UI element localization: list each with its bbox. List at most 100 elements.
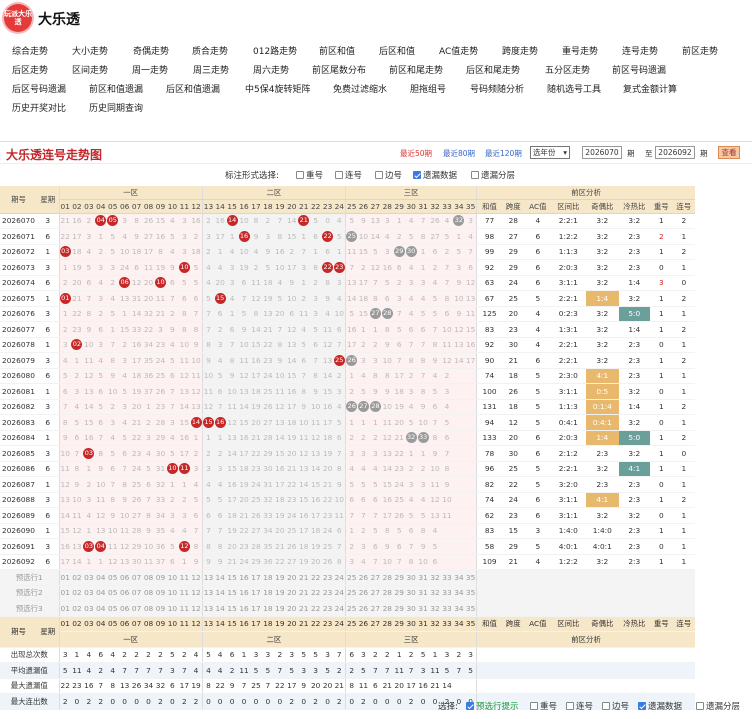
preselect-number[interactable]: 14 [214,600,227,617]
nav-link[interactable]: 前区号码遗漏 [612,63,666,76]
preselect-number[interactable]: 10 [166,600,179,617]
preselect-number[interactable]: 11 [178,600,191,617]
preselect-number[interactable]: 13 [202,585,215,602]
preselect-number[interactable]: 07 [130,569,143,586]
nav-link[interactable]: 免费过滤缩水 [333,82,387,95]
preselect-number[interactable]: 08 [142,600,155,617]
checkbox-icon[interactable] [466,702,474,710]
preselect-number[interactable]: 33 [441,600,453,617]
nav-link[interactable]: 前区走势 [682,44,718,57]
preselect-number[interactable]: 06 [118,600,131,617]
nav-link[interactable]: 后区号码遗漏 [12,82,66,95]
nav-link[interactable]: 号码频随分析 [470,82,524,95]
preselect-number[interactable]: 25 [345,585,358,602]
preselect-number[interactable]: 10 [166,569,179,586]
preselect-number[interactable]: 33 [441,585,453,602]
preselect-number[interactable]: 25 [345,600,358,617]
to-issue-input[interactable]: 2026092 [655,146,695,159]
preselect-number[interactable]: 19 [273,600,286,617]
preselect-number[interactable]: 21 [297,585,310,602]
preselect-number[interactable]: 09 [154,585,167,602]
preselect-number[interactable]: 24 [333,585,346,602]
preselect-number[interactable]: 28 [381,600,394,617]
checkbox-icon[interactable] [335,171,343,179]
preselect-number[interactable]: 26 [357,569,370,586]
preselect-number[interactable]: 23 [321,569,334,586]
preselect-number[interactable]: 07 [130,585,143,602]
nav-link[interactable]: 综合走势 [12,44,48,57]
preselect-number[interactable]: 19 [273,585,286,602]
checkbox-icon[interactable] [413,171,421,179]
marking-option[interactable]: 遗漏数据 [413,169,457,181]
preselect-number[interactable]: 05 [106,585,119,602]
checkbox-icon[interactable] [566,702,574,710]
preselect-number[interactable]: 27 [369,600,382,617]
marking-option[interactable]: 连号 [335,169,362,181]
preselect-number[interactable]: 17 [250,600,262,617]
nav-link[interactable]: 012路走势 [253,44,297,57]
nav-link[interactable]: 前区和值 [319,44,355,57]
from-issue-input[interactable]: 2026070 [582,146,622,159]
preselect-number[interactable]: 06 [118,585,131,602]
preselect-number[interactable]: 10 [166,585,179,602]
preselect-number[interactable]: 02 [70,585,83,602]
footer-option[interactable]: 连号 [566,700,593,712]
preselect-number[interactable]: 08 [142,585,155,602]
preselect-number[interactable]: 04 [94,569,107,586]
preselect-number[interactable]: 18 [261,569,274,586]
preselect-number[interactable]: 14 [214,569,227,586]
preselect-number[interactable]: 09 [154,600,167,617]
preselect-number[interactable]: 01 [59,569,71,586]
preselect-number[interactable]: 20 [285,585,298,602]
preselect-number[interactable]: 28 [381,569,394,586]
nav-link[interactable]: 前区尾数分布 [312,63,366,76]
preselect-number[interactable]: 34 [452,569,465,586]
marking-option[interactable]: 遗漏分层 [471,169,515,181]
preselect-number[interactable]: 07 [130,600,143,617]
preselect-number[interactable]: 21 [297,600,310,617]
preselect-number[interactable]: 11 [178,569,191,586]
checkbox-icon[interactable] [296,171,304,179]
query-button[interactable]: 查看 [718,146,740,159]
preselect-number[interactable]: 25 [345,569,358,586]
preselect-number[interactable]: 29 [393,600,406,617]
nav-link[interactable]: 历史开奖对比 [12,101,66,114]
nav-link[interactable]: 后区和尾走势 [466,63,520,76]
preselect-number[interactable]: 15 [226,600,239,617]
preselect-number[interactable]: 16 [238,585,250,602]
checkbox-icon[interactable] [471,171,479,179]
preselect-number[interactable]: 30 [405,585,418,602]
nav-link[interactable]: 随机选号工具 [547,82,601,95]
preselect-row[interactable]: 预选行2 01 02 03 04 05 06 07 08 09 10 11 12 13 14 15 16 17 18… [0,585,695,602]
nav-link[interactable]: 后区和值 [379,44,415,57]
preselect-number[interactable]: 30 [405,600,418,617]
nav-link[interactable]: 周六走势 [253,63,289,76]
preselect-number[interactable]: 24 [333,569,346,586]
preselect-number[interactable]: 03 [82,585,95,602]
preselect-number[interactable]: 11 [178,585,191,602]
preselect-number[interactable]: 17 [250,569,262,586]
preselect-number[interactable]: 35 [464,569,478,586]
footer-option[interactable]: 遗漏分层 [696,700,740,712]
last120-link[interactable]: 最近120期 [485,148,522,159]
preselect-number[interactable]: 08 [142,569,155,586]
last80-link[interactable]: 最近80期 [443,148,475,159]
checkbox-icon[interactable] [638,702,646,710]
preselect-number[interactable]: 03 [82,600,95,617]
preselect-row[interactable]: 预选行3 01 02 03 04 05 06 07 08 09 10 11 12 13 14 15 16 17 18… [0,600,695,617]
preselect-number[interactable]: 18 [261,585,274,602]
nav-link[interactable]: 质合走势 [192,44,228,57]
nav-link[interactable]: 五分区走势 [545,63,590,76]
preselect-number[interactable]: 29 [393,569,406,586]
preselect-number[interactable]: 18 [261,600,274,617]
preselect-number[interactable]: 26 [357,585,370,602]
preselect-number[interactable]: 04 [94,600,107,617]
preselect-row[interactable]: 预选行1 01 02 03 04 05 06 07 08 09 10 11 12 13 14 15 16 17 18… [0,569,695,586]
preselect-number[interactable]: 34 [452,600,465,617]
preselect-number[interactable]: 22 [309,600,322,617]
last50-link[interactable]: 最近50期 [400,148,432,159]
preselect-number[interactable]: 01 [59,585,71,602]
preselect-number[interactable]: 16 [238,600,250,617]
nav-link[interactable]: 后区和值遗漏 [166,82,220,95]
nav-link[interactable]: 奇偶走势 [133,44,169,57]
